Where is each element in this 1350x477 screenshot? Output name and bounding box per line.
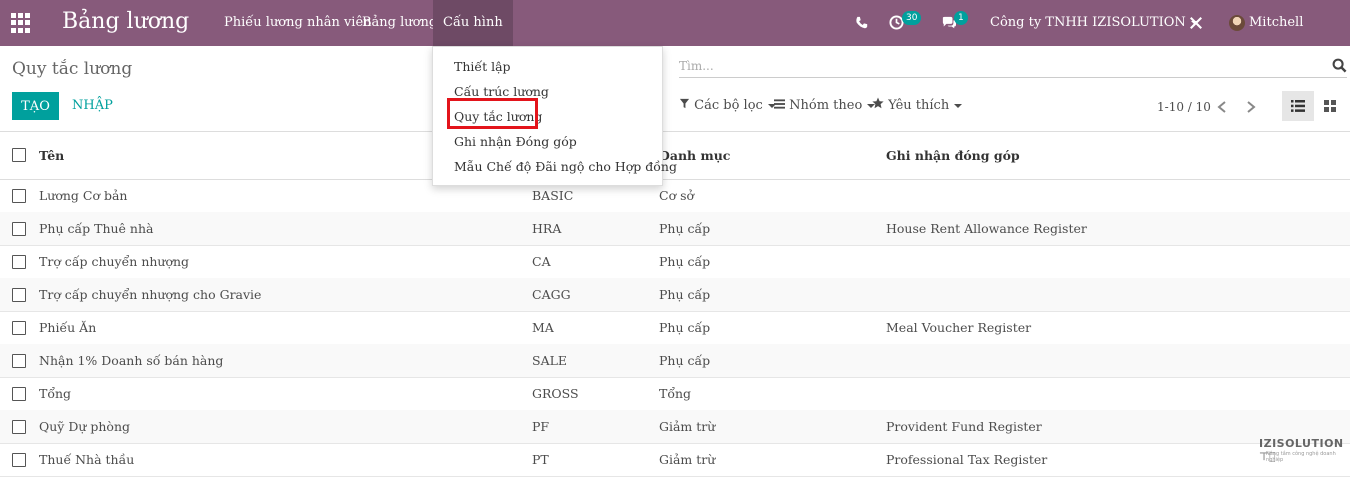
kanban-view-button[interactable]	[1314, 91, 1346, 121]
pager-value[interactable]: 1-10 / 10	[1157, 100, 1211, 114]
row-name-cell: Thuế Nhà thầu	[39, 452, 135, 467]
row-category-cell: Giảm trừ	[659, 452, 716, 467]
messages-chat-icon[interactable]	[941, 0, 957, 46]
row-checkbox[interactable]	[12, 354, 26, 368]
row-register-cell: Meal Voucher Register	[886, 320, 1032, 335]
row-name-cell: Trợ cấp chuyển nhượng	[39, 254, 190, 269]
group-by-bars-icon	[774, 99, 785, 109]
row-name-cell: Lương Cơ bản	[39, 188, 128, 203]
message-count-badge: 1	[954, 11, 968, 25]
row-register-cell: House Rent Allowance Register	[886, 221, 1087, 236]
row-category-cell: Phụ cấp	[659, 221, 711, 236]
row-code-cell: PF	[532, 419, 550, 434]
activity-count-badge: 30	[902, 11, 922, 25]
groupby-dropdown[interactable]: Nhóm theo	[774, 92, 876, 120]
row-category-cell: Tổng	[659, 386, 692, 401]
table-row[interactable]: Nhận 1% Doanh số bán hàng SALE Phụ cấp	[0, 344, 1350, 378]
favorites-dropdown[interactable]: Yêu thích	[872, 92, 963, 120]
favorites-label: Yêu thích	[888, 98, 950, 113]
row-checkbox[interactable]	[12, 321, 26, 335]
table-row[interactable]: Thuế Nhà thầu PT Giảm trừ Professional Tax …	[0, 443, 1350, 477]
table-row[interactable]: Trợ cấp chuyển nhượng CA Phụ cấp	[0, 245, 1350, 279]
row-category-cell: Phụ cấp	[659, 353, 711, 368]
highlight-box	[447, 98, 538, 129]
row-name-cell: Trợ cấp chuyển nhượng cho Gravie	[39, 287, 262, 302]
row-code-cell: SALE	[532, 353, 568, 368]
menu-item-settings[interactable]: Thiết lập	[454, 59, 511, 74]
table-row[interactable]: Lương Cơ bản BASIC Cơ sở	[0, 179, 1350, 213]
table-row[interactable]: Tổng GROSS Tổng	[0, 377, 1350, 411]
row-name-cell: Quỹ Dự phòng	[39, 419, 131, 434]
app-title: Bảng lương	[62, 9, 190, 34]
table-row[interactable]: Trợ cấp chuyển nhượng cho Gravie CAGG Phụ …	[0, 278, 1350, 312]
row-code-cell: MA	[532, 320, 554, 335]
star-icon	[872, 97, 884, 109]
select-all-checkbox[interactable]	[12, 148, 26, 162]
column-name-header[interactable]: Tên	[39, 148, 64, 163]
groupby-label: Nhóm theo	[789, 98, 863, 113]
avatar[interactable]	[1229, 15, 1245, 31]
row-code-cell: CA	[532, 254, 551, 269]
row-checkbox[interactable]	[12, 222, 26, 236]
row-code-cell: CAGG	[532, 287, 571, 302]
row-checkbox[interactable]	[12, 387, 26, 401]
activity-clock-icon[interactable]	[889, 0, 904, 46]
menu-item-salary-structures[interactable]: Cấu trúc lương	[454, 84, 549, 99]
row-category-cell: Phụ cấp	[659, 287, 711, 302]
company-name: Công ty TNHH IZISOLUTION	[990, 15, 1186, 30]
company-switcher[interactable]: Công ty TNHH IZISOLUTION	[990, 0, 1199, 46]
kanban-grid-icon	[1324, 100, 1336, 112]
row-name-cell: Phụ cấp Thuê nhà	[39, 221, 154, 236]
list-view-icon	[1291, 100, 1305, 112]
row-code-cell: HRA	[532, 221, 562, 236]
row-checkbox[interactable]	[12, 420, 26, 434]
menu-item-contribution-registers[interactable]: Ghi nhận Đóng góp	[454, 134, 577, 149]
import-button[interactable]: NHẬP	[72, 92, 113, 120]
filters-dropdown[interactable]: Các bộ lọc	[679, 92, 776, 120]
row-checkbox[interactable]	[12, 255, 26, 269]
breadcrumb: Quy tắc lương	[12, 59, 133, 79]
search-input[interactable]: Tìm...	[679, 59, 714, 73]
row-name-cell: Tổng	[39, 386, 72, 401]
create-button[interactable]: TẠO	[12, 92, 59, 120]
app-menu-grid-icon[interactable]	[11, 13, 31, 33]
table-row[interactable]: Quỹ Dự phòng PF Giảm trừ Provident Fund Reg…	[0, 410, 1350, 444]
phone-icon[interactable]	[855, 0, 868, 46]
list-view-button[interactable]	[1282, 91, 1314, 121]
tools-icon[interactable]	[1189, 0, 1203, 46]
filter-funnel-icon	[679, 98, 690, 109]
row-category-cell: Giảm trừ	[659, 419, 716, 434]
user-menu[interactable]: Mitchell Admin	[1249, 0, 1350, 76]
search-bar[interactable]: Tìm...	[679, 55, 1347, 78]
row-checkbox[interactable]	[12, 453, 26, 467]
table-row[interactable]: Phụ cấp Thuê nhà HRA Phụ cấp House Rent All…	[0, 212, 1350, 246]
top-navbar: Bảng lương Phiếu lương nhân viên Bảng lư…	[0, 0, 1350, 76]
row-code-cell: BASIC	[532, 188, 574, 203]
row-category-cell: Phụ cấp	[659, 254, 711, 269]
watermark-tagline: Nâng tầm công nghệ doanh nghiệp	[1266, 451, 1336, 463]
row-name-cell: Phiếu Ăn	[39, 320, 97, 335]
row-category-cell: Phụ cấp	[659, 320, 711, 335]
row-checkbox[interactable]	[12, 189, 26, 203]
row-category-cell: Cơ sở	[659, 188, 695, 203]
filters-label: Các bộ lọc	[694, 98, 763, 113]
menu-item-contract-advantage-templates[interactable]: Mẫu Chế độ Đãi ngộ cho Hợp đồng	[454, 159, 677, 174]
column-register-header[interactable]: Ghi nhận đóng góp	[886, 148, 1020, 163]
search-icon[interactable]	[1332, 58, 1347, 73]
table-row[interactable]: Phiếu Ăn MA Phụ cấp Meal Voucher Register	[0, 311, 1350, 345]
pager-previous-icon[interactable]	[1217, 92, 1227, 120]
menu-configuration[interactable]: Cấu hình	[433, 0, 513, 46]
pager-next-icon[interactable]	[1246, 92, 1256, 120]
row-checkbox[interactable]	[12, 288, 26, 302]
row-code-cell: PT	[532, 452, 549, 467]
row-code-cell: GROSS	[532, 386, 579, 401]
row-register-cell: Provident Fund Register	[886, 419, 1042, 434]
row-register-cell: Professional Tax Register	[886, 452, 1048, 467]
chevron-down-icon	[954, 103, 963, 108]
row-name-cell: Nhận 1% Doanh số bán hàng	[39, 353, 224, 368]
